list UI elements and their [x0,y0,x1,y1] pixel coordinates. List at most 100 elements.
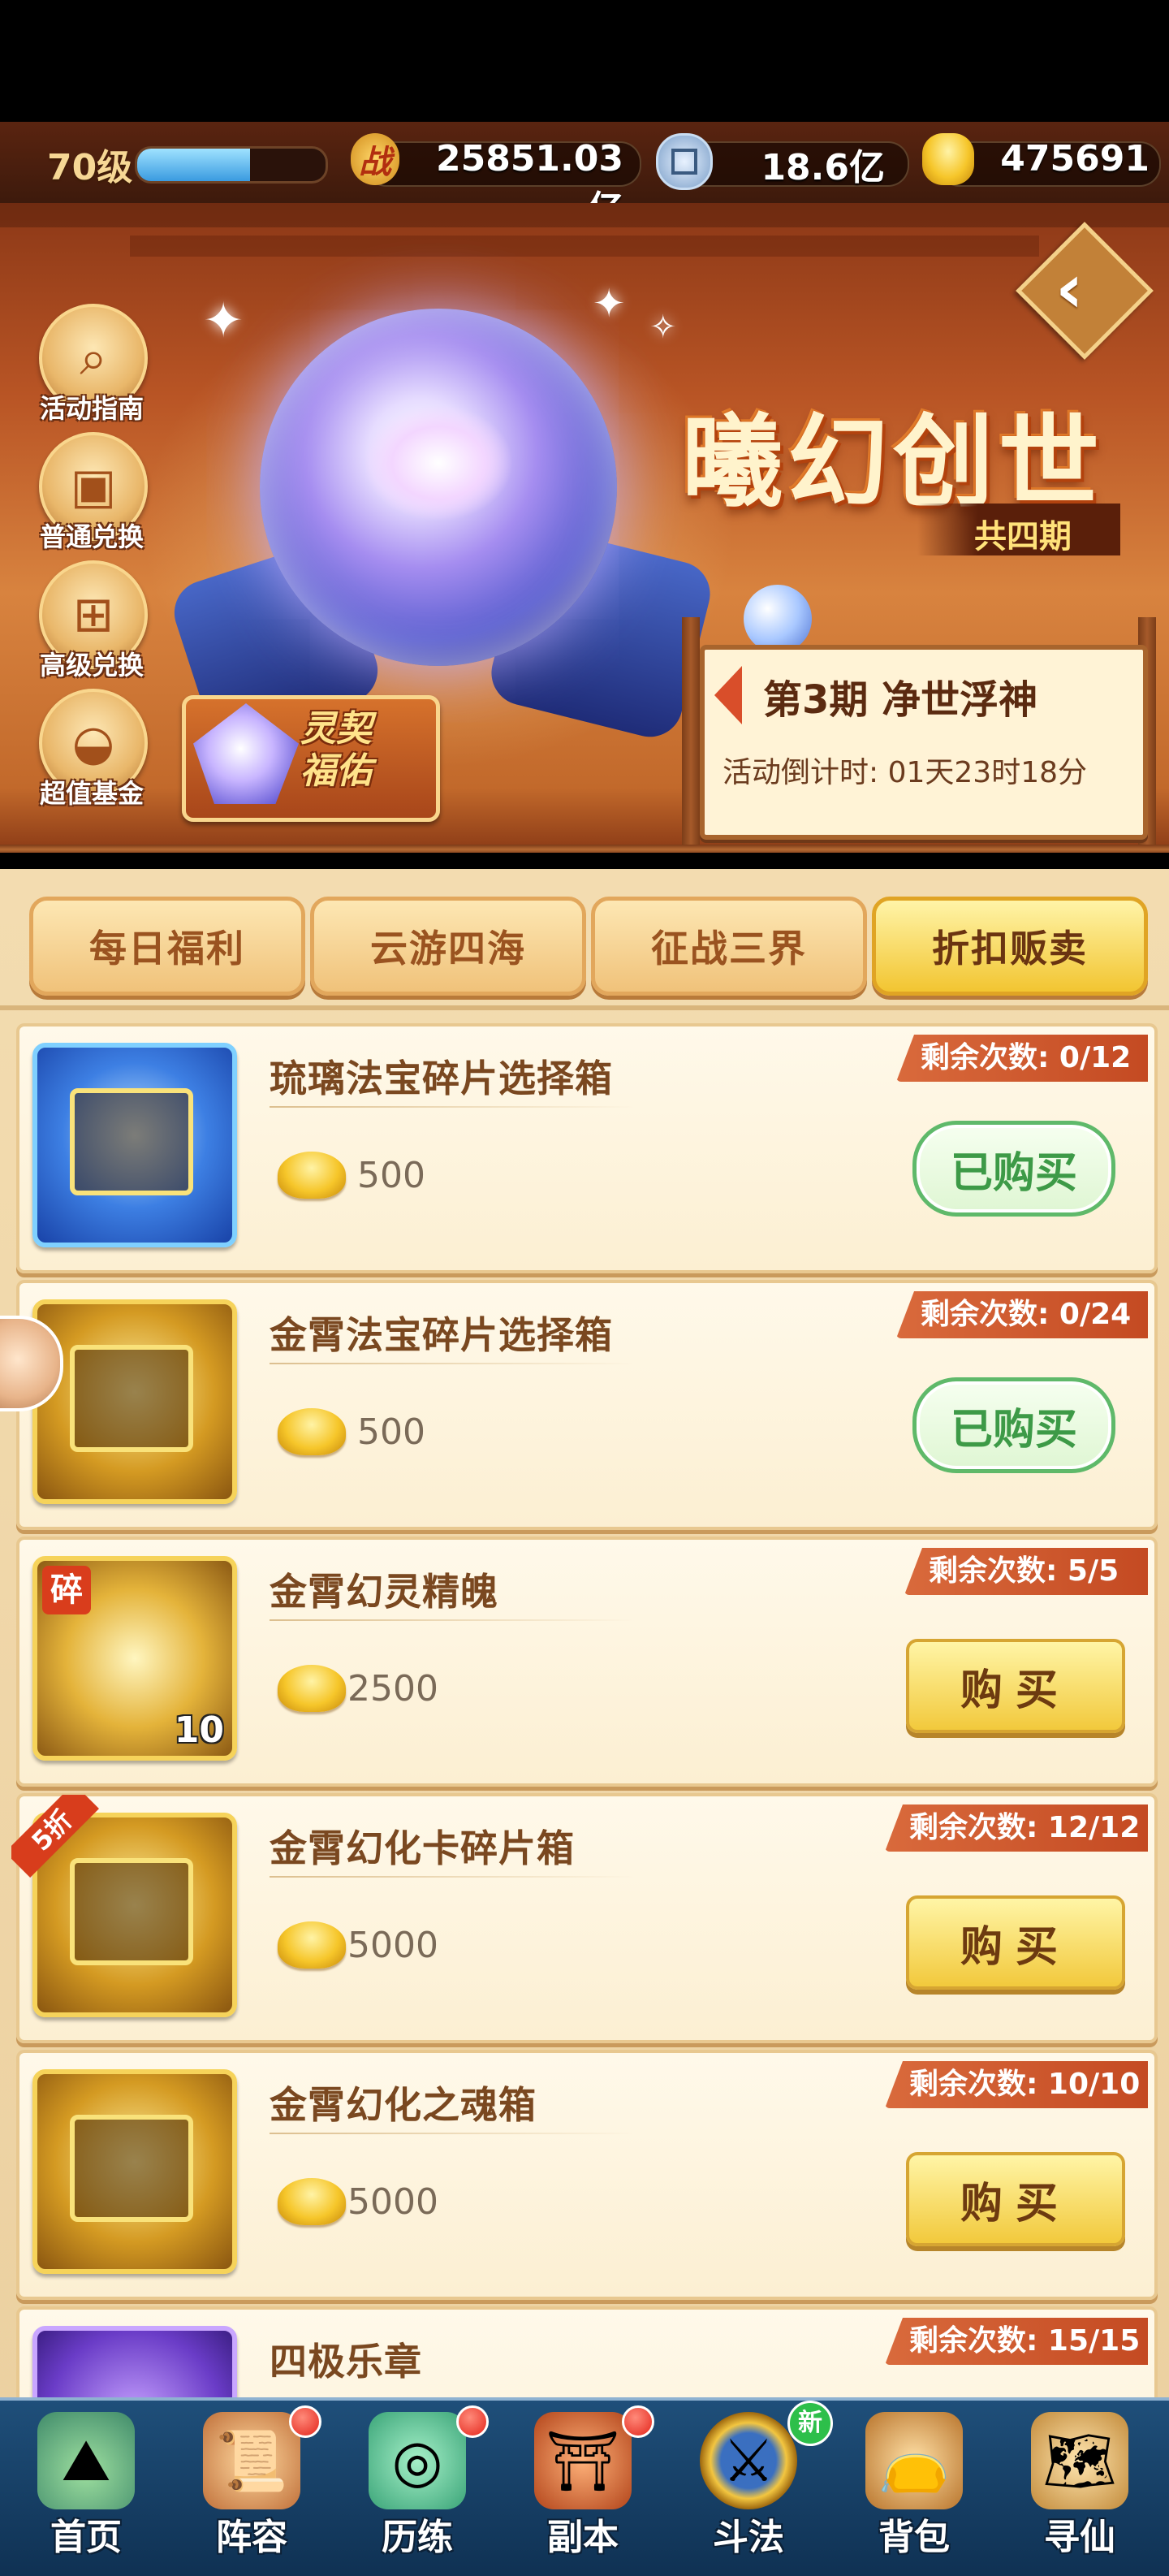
chest-lid-icon [70,2115,193,2222]
signboard-post-left [682,617,700,853]
remaining-count-tag: 剩余次数: 15/15 [885,2318,1148,2365]
gold-ingot-icon [278,1665,346,1712]
notification-dot [622,2405,654,2438]
tab-discount-sale[interactable]: 折扣贩卖 [872,897,1148,996]
period-title: 第3期 净世浮神 [763,677,1038,723]
normal-exchange-button[interactable]: ▣ 普通兑换 [31,432,153,554]
advanced-exchange-button[interactable]: ⊞ 高级兑换 [31,560,153,682]
nav-backpack[interactable]: 👝 背包 [831,2401,997,2576]
item-price: 5000 [347,1925,438,1966]
item-price: 2500 [347,1668,438,1709]
bag-icon: 👝 [865,2412,963,2509]
nav-duel[interactable]: ⚔ 新 斗法 [666,2401,833,2576]
map-scroll-icon: 🗺 [1031,2412,1128,2509]
event-countdown: 活动倒计时: 01天23时18分 [723,756,1087,789]
remaining-count-tag: 剩余次数: 12/12 [885,1804,1148,1852]
bottom-navigation: ⛰ 首页 📜 阵容 ◎ 历练 ⛩ 副本 ⚔ 新 斗法 👝 背包 🗺 寻仙 [0,2397,1169,2576]
event-banner: ✦ ✦ ✧ ⌕ 活动指南 ▣ 普通兑换 ⊞ 高级兑换 ◒ 超值基金 灵契 福佑 … [0,203,1169,853]
item-name-underline [270,2133,635,2134]
golden-soul-chest-icon[interactable] [32,2069,237,2274]
previous-period-arrow-icon[interactable] [714,666,742,724]
nav-seek-immortal[interactable]: 🗺 寻仙 [997,2401,1163,2576]
crystal-treasure-chest-icon[interactable] [32,1043,237,1247]
four-poles-movement-icon[interactable] [32,2326,237,2397]
shop-content: 每日福利 云游四海 征战三界 折扣贩卖 剩余次数: 0/12 琉璃法宝碎片选择箱… [0,869,1169,2397]
item-name-underline [270,1363,635,1364]
item-name: 金霄幻灵精魄 [270,1570,498,1614]
nav-backpack-label: 背包 [878,2517,950,2558]
tab-conquer-realms[interactable]: 征战三界 [591,897,867,996]
tab-daily-welfare[interactable]: 每日福利 [29,897,305,996]
item-price: 5000 [347,2181,438,2223]
normal-exchange-label: 普通兑换 [39,521,144,552]
value-fund-label: 超值基金 [39,778,144,809]
chest-lid-icon [70,1088,193,1195]
sparkle-icon: ✦ [203,292,244,349]
nav-duel-label: 斗法 [713,2517,784,2558]
activity-guide-label: 活动指南 [39,393,144,424]
item-price: 500 [357,1155,425,1196]
item-name-underline [270,1619,635,1621]
small-orb-illustration [744,585,812,653]
gate-icon: ⛩ [534,2412,632,2509]
nav-training-label: 历练 [382,2517,453,2558]
notification-dot [289,2405,321,2438]
nav-training[interactable]: ◎ 历练 [334,2401,500,2576]
silver-coin-icon [656,133,713,190]
purchased-button[interactable]: 已购买 [912,1377,1115,1473]
tab-divider [0,1005,1169,1010]
remaining-count-tag: 剩余次数: 10/10 [885,2061,1148,2108]
item-name: 金霄幻化卡碎片箱 [270,1826,575,1870]
nav-dungeon-label: 副本 [547,2517,619,2558]
mountain-home-icon: ⛰ [37,2412,135,2509]
remaining-count-tag: 剩余次数: 0/24 [896,1291,1148,1338]
nav-seek-immortal-label: 寻仙 [1044,2517,1115,2558]
coin-value: 18.6亿 [761,147,885,188]
banner-divider [0,845,1169,853]
exp-bar [135,146,328,184]
activity-guide-button[interactable]: ⌕ 活动指南 [31,304,153,426]
nav-dungeon[interactable]: ⛩ 副本 [500,2401,666,2576]
chest-lid-icon [70,1345,193,1452]
nav-home[interactable]: ⛰ 首页 [3,2401,169,2576]
scroll-formation-icon: 📜 [203,2412,300,2509]
purchased-button[interactable]: 已购买 [912,1121,1115,1217]
remaining-count-tag: 剩余次数: 5/5 [904,1548,1148,1595]
sparkle-icon: ✧ [649,309,677,346]
item-name: 琉璃法宝碎片选择箱 [270,1057,613,1100]
value-fund-button[interactable]: ◒ 超值基金 [31,689,153,810]
back-arrow-icon: ‹ [1055,249,1084,328]
discount-badge: 5折 [11,1795,101,1884]
nav-formation-label: 阵容 [216,2517,287,2558]
item-name: 金霄法宝碎片选择箱 [270,1313,613,1357]
resource-bar: 70级 战 25851.03亿 18.6亿 475691 [0,122,1169,230]
golden-beast-fragment-icon[interactable]: 碎 10 [32,1556,237,1761]
item-name-underline [270,1106,635,1108]
remaining-count-tag: 剩余次数: 0/12 [896,1035,1148,1082]
sparkle-icon: ✦ [593,281,626,326]
item-name-underline [270,1876,635,1878]
notification-dot [456,2405,489,2438]
new-badge: 新 [787,2401,833,2446]
item-name: 金霄幻化之魂箱 [270,2083,537,2127]
golden-treasure-chest-icon[interactable] [32,1299,237,1504]
buy-button[interactable]: 购买 [906,1639,1125,1733]
player-level: 70级 [47,147,133,188]
gold-ingot-icon [278,1408,346,1455]
nav-formation[interactable]: 📜 阵容 [169,2401,334,2576]
lotus-illustration [365,406,511,520]
gold-ingot-icon [278,2178,346,2225]
gold-ingot-icon [922,133,974,185]
item-name: 四极乐章 [270,2340,422,2384]
buy-button[interactable]: 购买 [906,1895,1125,1990]
buy-button[interactable]: 购买 [906,2152,1125,2246]
power-icon: 战 [351,133,399,185]
tab-cloud-travel[interactable]: 云游四海 [310,897,586,996]
advanced-exchange-label: 高级兑换 [39,650,144,681]
nav-home-label: 首页 [50,2517,122,2558]
item-price: 500 [357,1411,425,1453]
exp-bar-fill [137,149,251,181]
discount-label: 5折 [11,1795,99,1878]
lingqi-blessing-label: 灵契 福佑 [300,708,372,792]
gold-value: 475691 [1000,138,1150,179]
